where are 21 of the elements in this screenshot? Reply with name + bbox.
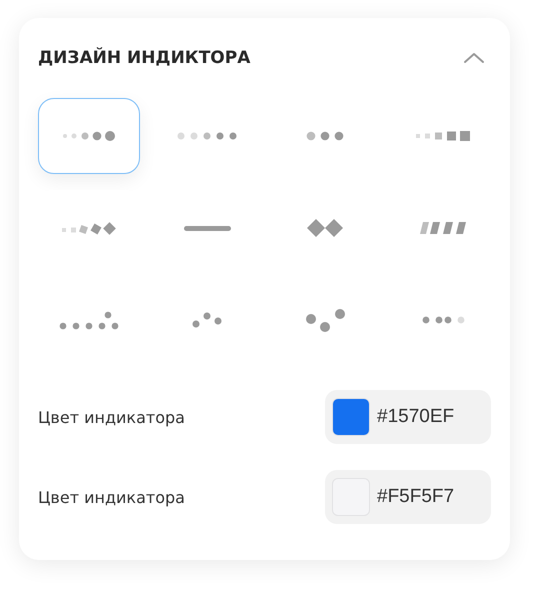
dots-icon xyxy=(422,316,464,324)
diamonds-icon xyxy=(307,219,343,237)
color-value: #1570EF xyxy=(377,406,454,428)
dots-icon xyxy=(63,131,115,141)
diamonds-icon xyxy=(61,222,117,234)
dots-icon xyxy=(192,312,222,328)
dots-icon xyxy=(59,310,119,330)
bars-icon xyxy=(420,222,466,234)
color-picker[interactable]: #1570EF xyxy=(325,390,491,444)
color-label: Цвет индикатора xyxy=(38,488,185,506)
dots-icon xyxy=(177,132,237,140)
squares-icon xyxy=(416,131,470,141)
dots-icon xyxy=(306,308,344,332)
color-value: #F5F5F7 xyxy=(377,486,454,508)
indicator-option[interactable] xyxy=(38,98,140,174)
collapse-button[interactable] xyxy=(461,50,487,66)
color-picker[interactable]: #F5F5F7 xyxy=(325,470,491,524)
color-label: Цвет индикатора xyxy=(38,408,185,426)
section-title: ДИЗАЙН ИНДИКТОРА xyxy=(38,48,250,68)
dots-icon xyxy=(306,131,344,141)
bar-icon xyxy=(184,226,230,230)
